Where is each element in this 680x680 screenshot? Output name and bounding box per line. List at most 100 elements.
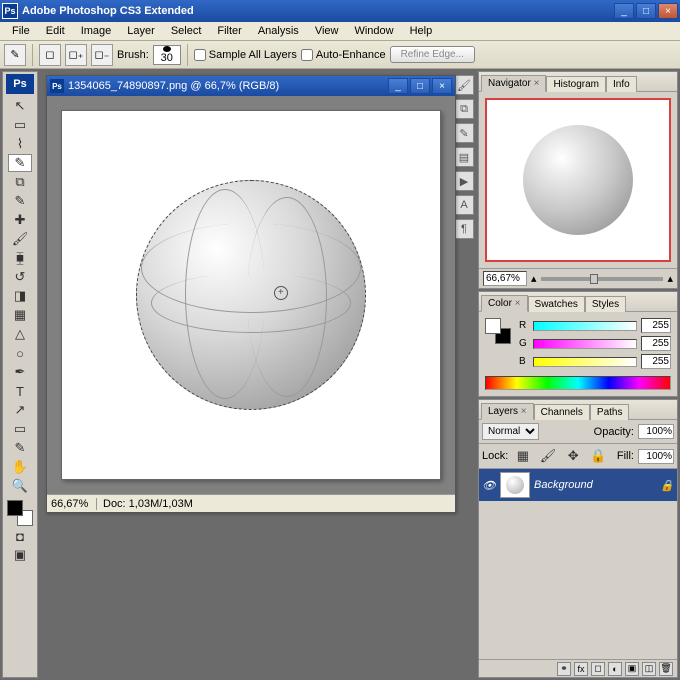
eraser-tool[interactable]: ◨ [8,287,32,305]
tab-info[interactable]: Info [606,76,637,92]
tools-panel: Ps ↖ ▭ ⌇ ✎ ⧉ ✎ ✚ 🖌 ⧯ ↺ ◨ ▦ △ ○ ✒ T ↗ ▭ ✎… [2,71,38,678]
menu-edit[interactable]: Edit [38,23,73,39]
zoom-tool[interactable]: 🔍 [8,477,32,495]
lock-all-icon[interactable]: 🔒 [588,447,609,465]
layer-row[interactable]: 👁 Background 🔒 [479,469,677,501]
move-tool[interactable]: ↖ [8,97,32,115]
path-select-tool[interactable]: ↗ [8,401,32,419]
navigator-zoom[interactable]: 66,67% [483,271,527,286]
brush-tool[interactable]: 🖌 [8,230,32,248]
menu-image[interactable]: Image [73,23,120,39]
crop-tool[interactable]: ⧉ [8,173,32,191]
gradient-tool[interactable]: ▦ [8,306,32,324]
history-brush-tool[interactable]: ↺ [8,268,32,286]
navigator-preview[interactable] [485,98,671,262]
layercomps-icon[interactable]: ▤ [454,147,474,167]
red-value[interactable]: 255 [641,318,671,333]
delete-layer-icon[interactable]: 🗑 [659,662,673,676]
lock-transparency-icon[interactable]: ▦ [512,447,533,465]
notes-tool[interactable]: ✎ [8,439,32,457]
menu-help[interactable]: Help [402,23,441,39]
blur-tool[interactable]: △ [8,325,32,343]
color-panel: Color Swatches Styles R255 G255 B255 [478,291,678,397]
maximize-button[interactable]: □ [636,3,656,19]
tab-histogram[interactable]: Histogram [546,76,606,92]
menu-filter[interactable]: Filter [209,23,249,39]
document-titlebar[interactable]: Ps 1354065_74890897.png @ 66,7% (RGB/8) … [47,76,455,96]
tab-swatches[interactable]: Swatches [528,296,585,312]
hand-tool[interactable]: ✋ [8,458,32,476]
zoom-in-icon[interactable]: ▴ [667,272,673,285]
adjustment-layer-icon[interactable]: ◐ [608,662,622,676]
doc-close-button[interactable]: × [432,78,452,94]
menu-window[interactable]: Window [346,23,401,39]
tab-layers[interactable]: Layers [481,403,534,420]
quick-select-tool[interactable]: ✎ [8,154,32,172]
layer-name: Background [534,479,593,491]
actions-icon[interactable]: ▶ [454,171,474,191]
toolpresets-icon[interactable]: ✎ [454,123,474,143]
new-selection-icon[interactable]: ◻ [39,44,61,66]
add-selection-icon[interactable]: ◻₊ [65,44,87,66]
color-swatch[interactable] [7,500,33,526]
layer-style-icon[interactable]: fx [574,662,588,676]
layer-group-icon[interactable]: ▣ [625,662,639,676]
menu-analysis[interactable]: Analysis [250,23,307,39]
quickmask-toggle[interactable]: ◘ [8,527,32,545]
link-layers-icon[interactable]: ⚭ [557,662,571,676]
fill-input[interactable] [638,449,674,464]
blend-mode-select[interactable]: Normal [482,423,539,440]
menu-file[interactable]: File [4,23,38,39]
blue-slider[interactable] [533,357,637,367]
canvas[interactable]: + [61,110,441,480]
minimize-button[interactable]: _ [614,3,634,19]
zoom-out-icon[interactable]: ▴ [531,272,537,285]
dodge-tool[interactable]: ○ [8,344,32,362]
stamp-tool[interactable]: ⧯ [8,249,32,267]
brushes-icon[interactable]: 🖌 [454,75,474,95]
color-spectrum[interactable] [485,376,671,390]
menu-select[interactable]: Select [163,23,210,39]
zoom-level[interactable]: 66,67% [47,498,97,510]
visibility-icon[interactable]: 👁 [482,478,496,492]
lock-pixels-icon[interactable]: 🖌 [537,447,558,465]
shape-tool[interactable]: ▭ [8,420,32,438]
subtract-selection-icon[interactable]: ◻₋ [91,44,113,66]
opacity-input[interactable] [638,424,674,439]
doc-minimize-button[interactable]: _ [388,78,408,94]
clone-icon[interactable]: ⧉ [454,99,474,119]
auto-enhance-checkbox[interactable]: Auto-Enhance [301,49,386,61]
doc-maximize-button[interactable]: □ [410,78,430,94]
sample-all-checkbox[interactable]: Sample All Layers [194,49,297,61]
eyedropper-tool[interactable]: ✎ [8,192,32,210]
zoom-slider[interactable] [541,277,664,281]
green-slider[interactable] [533,339,637,349]
character-icon[interactable]: A [454,195,474,215]
marquee-tool[interactable]: ▭ [8,116,32,134]
tab-paths[interactable]: Paths [590,404,630,420]
green-value[interactable]: 255 [641,336,671,351]
new-layer-icon[interactable]: ◫ [642,662,656,676]
tab-color[interactable]: Color [481,295,528,312]
red-slider[interactable] [533,321,637,331]
screenmode-toggle[interactable]: ▣ [8,546,32,564]
close-button[interactable]: × [658,3,678,19]
doc-size: Doc: 1,03M/1,03M [97,498,199,510]
refine-edge-button[interactable]: Refine Edge... [390,46,475,63]
blue-value[interactable]: 255 [641,354,671,369]
layer-mask-icon[interactable]: ◻ [591,662,605,676]
tab-channels[interactable]: Channels [534,404,590,420]
lasso-tool[interactable]: ⌇ [8,135,32,153]
tab-styles[interactable]: Styles [585,296,626,312]
pen-tool[interactable]: ✒ [8,363,32,381]
current-tool-icon[interactable]: ✎ [4,44,26,66]
brush-picker[interactable]: 30 [153,45,181,65]
type-tool[interactable]: T [8,382,32,400]
healing-tool[interactable]: ✚ [8,211,32,229]
paragraph-icon[interactable]: ¶ [454,219,474,239]
color-swatch-panel[interactable] [485,318,511,344]
menu-layer[interactable]: Layer [119,23,163,39]
menu-view[interactable]: View [307,23,347,39]
lock-position-icon[interactable]: ✥ [563,447,584,465]
tab-navigator[interactable]: Navigator [481,75,546,92]
